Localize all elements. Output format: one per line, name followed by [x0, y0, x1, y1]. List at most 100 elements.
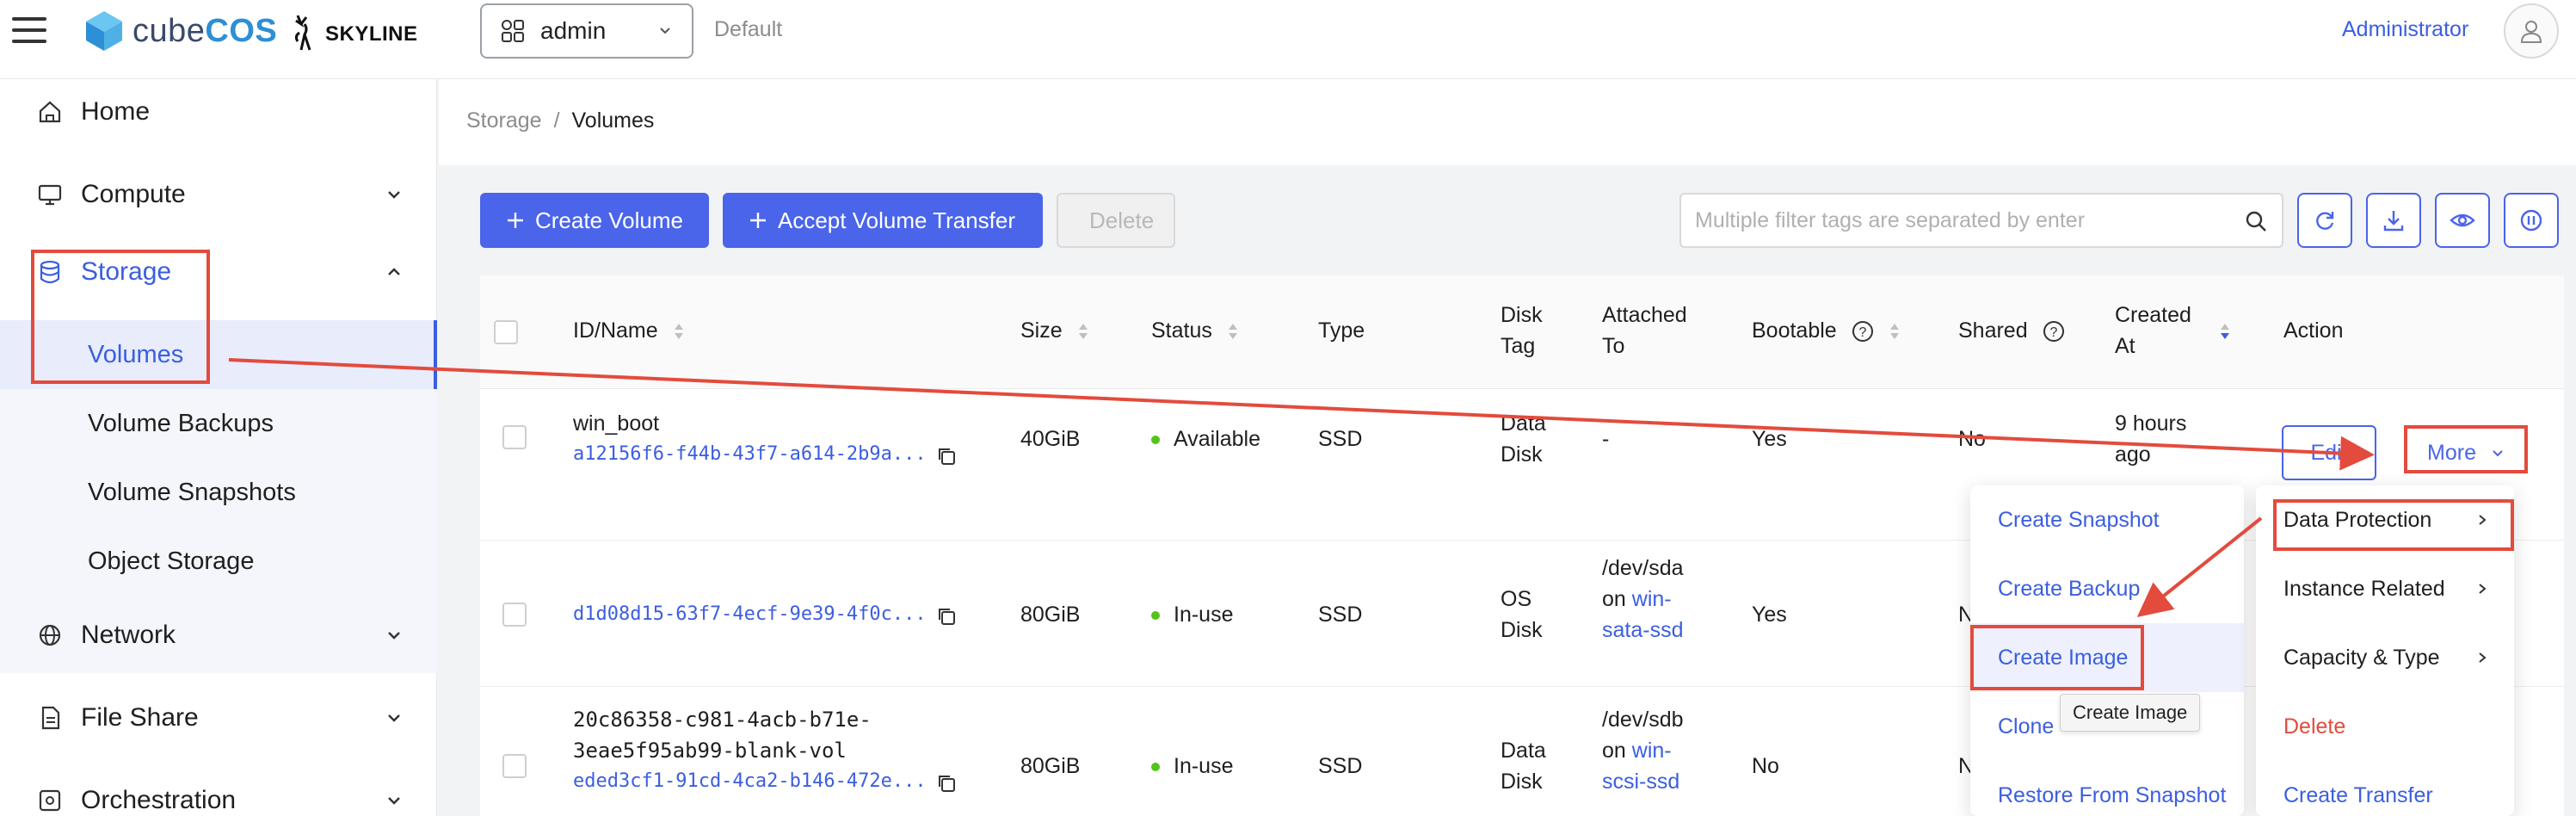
user-avatar[interactable] [2504, 3, 2559, 59]
header-attached-to: Attached To [1602, 303, 1687, 358]
project-selector[interactable]: admin [480, 3, 693, 59]
instance-link[interactable]: scsi-ssd [1602, 766, 1684, 797]
sort-icon [1078, 324, 1088, 340]
column-visibility-button[interactable] [2435, 193, 2490, 248]
refresh-icon [2316, 212, 2334, 230]
chevron-right-icon [2479, 652, 2487, 663]
plus-icon [508, 213, 523, 228]
table-header: ID/Name Size Status Type Disk Tag Attache… [480, 275, 2564, 389]
volume-id-link[interactable]: a12156f6-f44b-43f7-a614-2b9a... [573, 439, 927, 470]
volume-attached-to: - [1602, 427, 1610, 451]
chevron-up-icon [388, 268, 400, 275]
sidebar-item-label: Network [81, 621, 176, 649]
row-checkbox[interactable] [502, 425, 527, 449]
copy-icon[interactable] [936, 446, 957, 467]
sidebar-item-storage[interactable]: Storage [0, 239, 437, 305]
sidebar-item-home[interactable]: Home [0, 79, 437, 145]
instance-link[interactable]: win- [1632, 587, 1672, 611]
user-menu-link[interactable]: Administrator [2342, 17, 2468, 42]
breadcrumb-separator: / [553, 108, 560, 133]
sidebar-item-label: Storage [81, 257, 172, 286]
skyline-logo: SKYLINE [289, 12, 418, 53]
pause-icon [2520, 209, 2542, 232]
download-button[interactable] [2366, 193, 2421, 248]
header-created-at[interactable]: Created At [2115, 300, 2231, 362]
instance-link[interactable]: sata-ssd [1602, 615, 1684, 646]
sidebar-item-volume-snapshots[interactable]: Volume Snapshots [0, 458, 437, 527]
delete-button[interactable]: Delete [1057, 193, 1175, 248]
sidebar-item-label: Orchestration [81, 786, 237, 814]
header-status[interactable]: Status [1151, 315, 1239, 346]
header-id-name[interactable]: ID/Name [573, 315, 685, 346]
volume-type: SSD [1318, 754, 1363, 778]
menu-toggle-icon[interactable] [12, 17, 46, 45]
svg-text:?: ? [2049, 325, 2057, 340]
volume-id-link[interactable]: eded3cf1-91cd-4ca2-b146-472e... [573, 766, 927, 797]
sidebar-item-object-storage[interactable]: Object Storage [0, 527, 437, 596]
sidebar-item-label: File Share [81, 703, 199, 732]
row-checkbox[interactable] [502, 754, 527, 778]
domain-label: Default [714, 17, 783, 41]
row-checkbox[interactable] [502, 603, 527, 627]
sidebar-item-volume-backups[interactable]: Volume Backups [0, 389, 437, 458]
volume-bootable: Yes [1752, 603, 1787, 627]
select-all-checkbox[interactable] [494, 320, 518, 344]
chevron-down-icon [388, 191, 400, 199]
header-size[interactable]: Size [1020, 315, 1089, 346]
breadcrumb-parent-link[interactable]: Storage [466, 108, 542, 133]
menu-item-instance-related[interactable]: Instance Related [2256, 554, 2514, 623]
status-dot [1151, 436, 1160, 445]
status-dot [1151, 611, 1160, 621]
volume-status: In-use [1151, 751, 1233, 782]
header-action: Action [2283, 318, 2344, 343]
refresh-button[interactable] [2297, 193, 2352, 248]
volume-type: SSD [1318, 427, 1363, 451]
chevron-right-icon [2479, 584, 2487, 594]
edit-button[interactable]: Edit [2282, 425, 2376, 480]
help-icon[interactable]: ? [2043, 320, 2065, 343]
menu-item-capacity-type[interactable]: Capacity & Type [2256, 623, 2514, 692]
accept-transfer-label: Accept Volume Transfer [778, 207, 1016, 233]
instance-link[interactable]: win- [1632, 739, 1672, 763]
volume-id-link[interactable]: d1d08d15-63f7-4ecf-9e39-4f0c... [573, 599, 927, 630]
volume-size: 40GiB [1020, 427, 1081, 451]
sidebar-item-compute[interactable]: Compute [0, 162, 437, 227]
search-icon[interactable] [2244, 209, 2268, 233]
menu-item-create-image[interactable]: Create Image [1970, 623, 2244, 692]
eye-icon [2450, 213, 2475, 227]
chevron-down-icon [388, 714, 400, 722]
monitor-icon [38, 184, 62, 206]
menu-item-restore-from-snapshot[interactable]: Restore From Snapshot [1970, 761, 2244, 816]
cubecos-logo[interactable]: cubeCOS [84, 9, 277, 53]
logo-text: cubeCOS [132, 12, 278, 49]
volume-status: Available [1151, 423, 1260, 454]
help-icon[interactable]: ? [1852, 320, 1874, 343]
globe-icon [39, 624, 61, 646]
sidebar-item-file-share[interactable]: File Share [0, 685, 437, 751]
header-bootable[interactable]: Bootable ? [1752, 315, 1901, 346]
svg-text:?: ? [1858, 325, 1866, 340]
menu-item-create-backup[interactable]: Create Backup [1970, 554, 2244, 623]
more-actions-menu: Data Protection Instance Related Capacit… [2256, 485, 2514, 816]
sidebar-item-volumes[interactable]: Volumes [0, 320, 437, 389]
sidebar: Home Compute Storage Volumes Volume Back… [0, 79, 437, 816]
create-volume-button[interactable]: Create Volume [480, 193, 709, 248]
volume-name: 20c86358-c981-4acb-b71e- 3eae5f95ab99-bla… [573, 708, 872, 763]
menu-item-create-snapshot[interactable]: Create Snapshot [1970, 485, 2244, 554]
sidebar-item-label: Volume Snapshots [88, 478, 296, 506]
search-input[interactable] [1681, 195, 2215, 246]
more-dropdown-button[interactable]: More [2404, 425, 2528, 480]
orchestration-icon [39, 789, 61, 812]
accept-volume-transfer-button[interactable]: Accept Volume Transfer [723, 193, 1043, 248]
sidebar-item-network[interactable]: Network [0, 603, 437, 668]
menu-item-delete[interactable]: Delete [2256, 692, 2514, 761]
menu-item-data-protection[interactable]: Data Protection [2256, 485, 2514, 554]
volume-disk-tag: Data Disk [1501, 411, 1546, 467]
menu-item-create-transfer[interactable]: Create Transfer [2256, 761, 2514, 816]
copy-icon[interactable] [936, 606, 957, 627]
copy-icon[interactable] [936, 773, 957, 794]
data-protection-submenu: Create Snapshot Create Backup Create Ima… [1970, 485, 2244, 816]
pause-refresh-button[interactable] [2504, 193, 2559, 248]
sidebar-item-orchestration[interactable]: Orchestration [0, 768, 437, 816]
volume-bootable: Yes [1752, 427, 1787, 451]
